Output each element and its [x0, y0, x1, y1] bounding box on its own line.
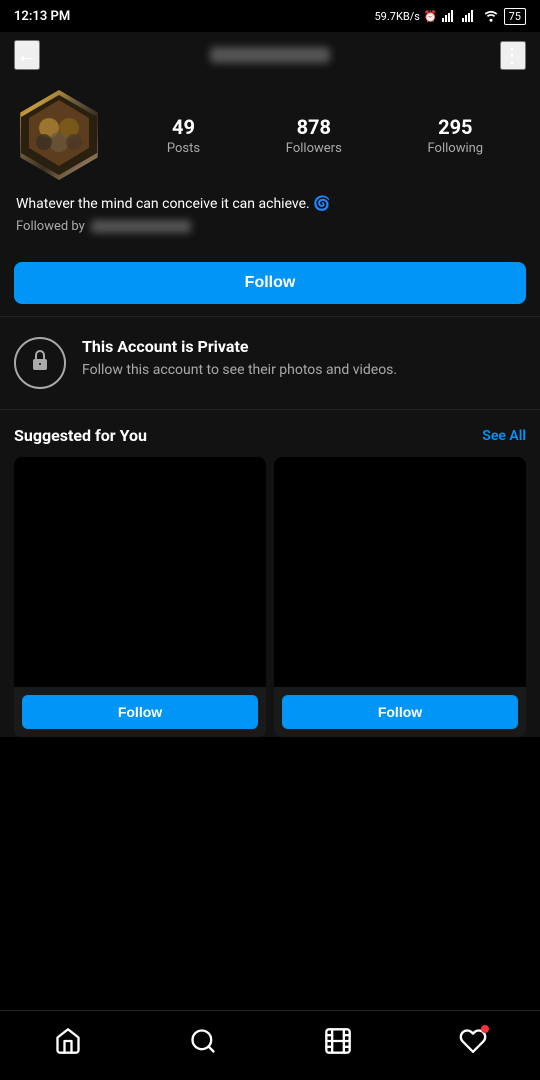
stats-row: 49 Posts 878 Followers 295 Following [124, 115, 526, 156]
private-account-description: Follow this account to see their photos … [82, 360, 526, 381]
suggested-section: Suggested for You See All Follow Follow [0, 409, 540, 737]
posts-label: Posts [167, 141, 200, 156]
suggested-follow-button-2[interactable]: Follow [282, 695, 518, 729]
back-button[interactable]: ← [14, 40, 40, 70]
following-count: 295 [438, 115, 472, 139]
private-account-title: This Account is Private [82, 337, 526, 356]
nav-likes[interactable] [459, 1027, 487, 1055]
followed-by: Followed by [16, 219, 524, 234]
avatar-image [14, 90, 104, 180]
see-all-button[interactable]: See All [482, 428, 526, 444]
status-right: 59.7KB/s ⏰ 75 [375, 8, 527, 25]
follow-btn-container: Follow [0, 250, 540, 316]
suggested-card-2-image [274, 457, 526, 687]
username-blurred [210, 47, 330, 63]
suggested-header: Suggested for You See All [14, 426, 526, 445]
network-speed: 59.7KB/s [375, 10, 420, 23]
battery-icon: 75 [504, 8, 526, 25]
follow-button[interactable]: Follow [14, 262, 526, 304]
lock-icon [28, 348, 52, 378]
more-button[interactable]: ⋮ [500, 41, 526, 70]
posts-count: 49 [172, 115, 195, 139]
nav-home[interactable] [54, 1027, 82, 1055]
following-stat: 295 Following [428, 115, 484, 156]
posts-stat: 49 Posts [167, 115, 200, 156]
status-time: 12:13 PM [14, 9, 70, 24]
nav-reels[interactable] [324, 1027, 352, 1055]
bio-text: Whatever the mind can conceive it can ac… [16, 194, 524, 215]
wifi-icon [482, 8, 500, 25]
suggested-card-1: Follow [14, 457, 266, 737]
followed-by-label: Followed by [16, 219, 85, 234]
profile-top: 49 Posts 878 Followers 295 Following [14, 90, 526, 180]
sim2-icon [462, 8, 478, 25]
status-bar: 12:13 PM 59.7KB/s ⏰ [0, 0, 540, 32]
followers-count: 878 [297, 115, 331, 139]
bottom-nav [0, 1010, 540, 1080]
suggested-card-1-image [14, 457, 266, 687]
private-account-section: This Account is Private Follow this acco… [0, 316, 540, 409]
suggested-card-2: Follow [274, 457, 526, 737]
followers-stat: 878 Followers [286, 115, 342, 156]
avatar [14, 90, 104, 180]
suggested-follow-button-1[interactable]: Follow [22, 695, 258, 729]
private-text: This Account is Private Follow this acco… [82, 337, 526, 381]
sim1-icon [442, 8, 458, 25]
top-nav: ← ⋮ [0, 32, 540, 78]
nav-center [210, 47, 330, 63]
nav-search[interactable] [189, 1027, 217, 1055]
suggested-cards: Follow Follow [14, 457, 526, 737]
profile-section: 49 Posts 878 Followers 295 Following Wha… [0, 78, 540, 250]
bottom-spacer [0, 737, 540, 817]
bio-section: Whatever the mind can conceive it can ac… [14, 194, 526, 234]
followers-label: Followers [286, 141, 342, 156]
following-label: Following [428, 141, 484, 156]
clock-icon: ⏰ [424, 10, 438, 23]
suggested-title: Suggested for You [14, 426, 147, 445]
lock-icon-container [14, 337, 66, 389]
notification-dot [481, 1025, 489, 1033]
followed-by-name [91, 220, 191, 233]
